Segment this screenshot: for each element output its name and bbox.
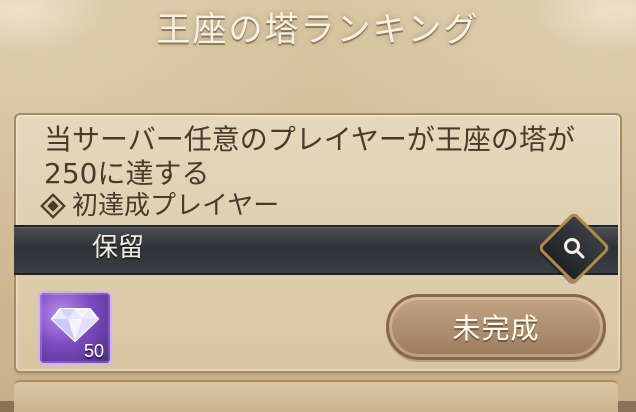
diamond-gem-icon (50, 308, 100, 343)
mission-subtitle: 初達成プレイヤー (40, 190, 280, 222)
next-card-edge (14, 380, 618, 412)
reward-item[interactable]: 50 (38, 291, 112, 365)
page-title: 王座の塔ランキング (156, 10, 480, 50)
mission-subtitle-text: 初達成プレイヤー (72, 191, 280, 221)
reward-count: 50 (83, 341, 104, 361)
incomplete-button-label: 未完成 (452, 312, 540, 345)
diamond-icon (40, 193, 66, 219)
incomplete-button[interactable]: 未完成 (386, 294, 606, 360)
search-icon (564, 238, 585, 259)
mission-description-line-2: 250に達する (44, 157, 210, 190)
mission-description-line-1: 当サーバー任意のプレイヤーが王座の塔が (44, 123, 575, 156)
status-text: 保留 (92, 233, 145, 263)
